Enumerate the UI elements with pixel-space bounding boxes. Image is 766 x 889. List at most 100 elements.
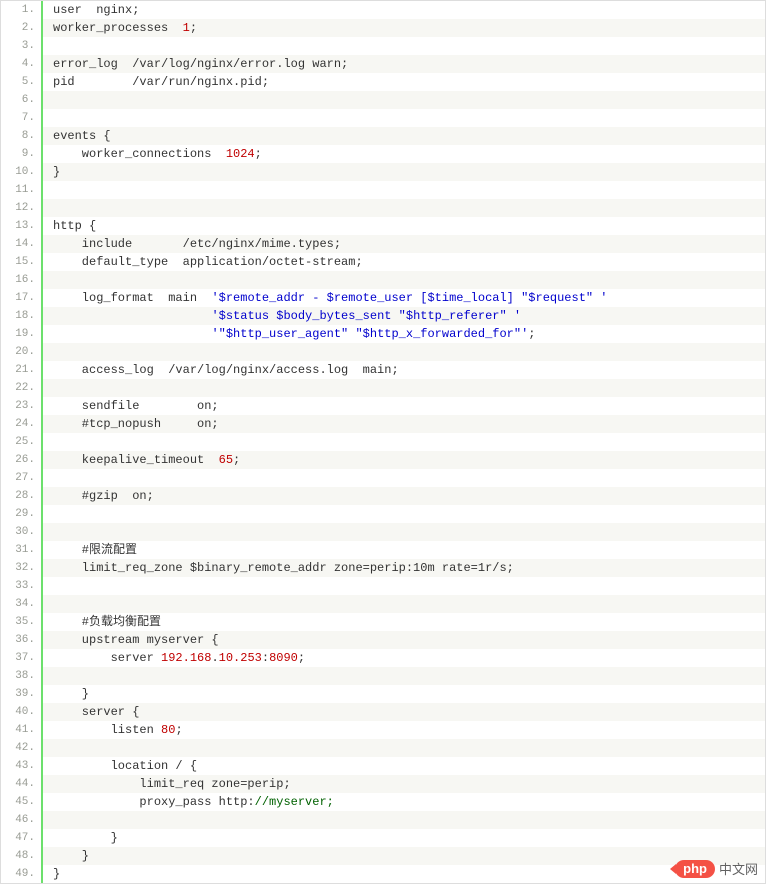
line-number: 15.	[1, 253, 43, 271]
line-content: location / {	[43, 757, 765, 775]
line-number: 27.	[1, 469, 43, 487]
code-line: 44. limit_req zone=perip;	[1, 775, 765, 793]
line-number: 17.	[1, 289, 43, 307]
line-content	[43, 91, 765, 109]
line-content: upstream myserver {	[43, 631, 765, 649]
code-line: 17. log_format main '$remote_addr - $rem…	[1, 289, 765, 307]
line-number: 2.	[1, 19, 43, 37]
code-line: 16.	[1, 271, 765, 289]
code-line: 5.pid /var/run/nginx.pid;	[1, 73, 765, 91]
line-content: }	[43, 685, 765, 703]
line-number: 32.	[1, 559, 43, 577]
code-line: 41. listen 80;	[1, 721, 765, 739]
code-line: 7.	[1, 109, 765, 127]
code-line: 2.worker_processes 1;	[1, 19, 765, 37]
line-content: limit_req_zone $binary_remote_addr zone=…	[43, 559, 765, 577]
code-line: 28. #gzip on;	[1, 487, 765, 505]
line-number: 4.	[1, 55, 43, 73]
code-line: 43. location / {	[1, 757, 765, 775]
line-content: #限流配置	[43, 541, 765, 559]
line-number: 9.	[1, 145, 43, 163]
line-content	[43, 37, 765, 55]
line-number: 46.	[1, 811, 43, 829]
code-line: 20.	[1, 343, 765, 361]
code-line: 1.user nginx;	[1, 1, 765, 19]
line-number: 49.	[1, 865, 43, 883]
code-line: 25.	[1, 433, 765, 451]
watermark: php 中文网	[675, 859, 758, 878]
line-content: }	[43, 847, 765, 865]
code-line: 39. }	[1, 685, 765, 703]
line-content	[43, 577, 765, 595]
line-number: 43.	[1, 757, 43, 775]
code-line: 22.	[1, 379, 765, 397]
line-number: 23.	[1, 397, 43, 415]
line-content: limit_req zone=perip;	[43, 775, 765, 793]
line-content	[43, 811, 765, 829]
line-content: #负载均衡配置	[43, 613, 765, 631]
line-content: proxy_pass http://myserver;	[43, 793, 765, 811]
line-content: '"$http_user_agent" "$http_x_forwarded_f…	[43, 325, 765, 343]
line-content: worker_connections 1024;	[43, 145, 765, 163]
line-number: 30.	[1, 523, 43, 541]
line-number: 21.	[1, 361, 43, 379]
line-number: 29.	[1, 505, 43, 523]
line-number: 11.	[1, 181, 43, 199]
code-line: 14. include /etc/nginx/mime.types;	[1, 235, 765, 253]
code-line: 24. #tcp_nopush on;	[1, 415, 765, 433]
line-content	[43, 505, 765, 523]
line-content: log_format main '$remote_addr - $remote_…	[43, 289, 765, 307]
line-number: 19.	[1, 325, 43, 343]
code-line: 21. access_log /var/log/nginx/access.log…	[1, 361, 765, 379]
code-line: 48. }	[1, 847, 765, 865]
code-block: 1.user nginx;2.worker_processes 1;3. 4.e…	[0, 0, 766, 884]
line-number: 12.	[1, 199, 43, 217]
watermark-pill: php	[675, 860, 715, 878]
line-number: 8.	[1, 127, 43, 145]
line-number: 28.	[1, 487, 43, 505]
code-line: 19. '"$http_user_agent" "$http_x_forward…	[1, 325, 765, 343]
code-line: 26. keepalive_timeout 65;	[1, 451, 765, 469]
line-content	[43, 199, 765, 217]
code-line: 32. limit_req_zone $binary_remote_addr z…	[1, 559, 765, 577]
code-line: 9. worker_connections 1024;	[1, 145, 765, 163]
line-content	[43, 343, 765, 361]
line-content: }	[43, 829, 765, 847]
line-content: listen 80;	[43, 721, 765, 739]
line-content	[43, 739, 765, 757]
line-number: 5.	[1, 73, 43, 91]
line-number: 44.	[1, 775, 43, 793]
line-number: 7.	[1, 109, 43, 127]
line-number: 41.	[1, 721, 43, 739]
line-number: 34.	[1, 595, 43, 613]
line-content: error_log /var/log/nginx/error.log warn;	[43, 55, 765, 73]
line-content	[43, 433, 765, 451]
line-content: default_type application/octet-stream;	[43, 253, 765, 271]
line-content: }	[43, 163, 765, 181]
code-line: 30.	[1, 523, 765, 541]
code-line: 34.	[1, 595, 765, 613]
code-line: 18. '$status $body_bytes_sent "$http_ref…	[1, 307, 765, 325]
line-number: 24.	[1, 415, 43, 433]
code-line: 6.	[1, 91, 765, 109]
line-content: server 192.168.10.253:8090;	[43, 649, 765, 667]
line-content	[43, 379, 765, 397]
line-number: 35.	[1, 613, 43, 631]
line-number: 47.	[1, 829, 43, 847]
line-number: 20.	[1, 343, 43, 361]
code-line: 12.	[1, 199, 765, 217]
line-number: 31.	[1, 541, 43, 559]
code-line: 42.	[1, 739, 765, 757]
line-content: keepalive_timeout 65;	[43, 451, 765, 469]
code-line: 11.	[1, 181, 765, 199]
line-content: http {	[43, 217, 765, 235]
line-number: 39.	[1, 685, 43, 703]
code-line: 15. default_type application/octet-strea…	[1, 253, 765, 271]
code-line: 27.	[1, 469, 765, 487]
code-line: 40. server {	[1, 703, 765, 721]
line-number: 36.	[1, 631, 43, 649]
line-number: 13.	[1, 217, 43, 235]
line-content: #gzip on;	[43, 487, 765, 505]
watermark-text: 中文网	[719, 859, 758, 878]
code-line: 46.	[1, 811, 765, 829]
